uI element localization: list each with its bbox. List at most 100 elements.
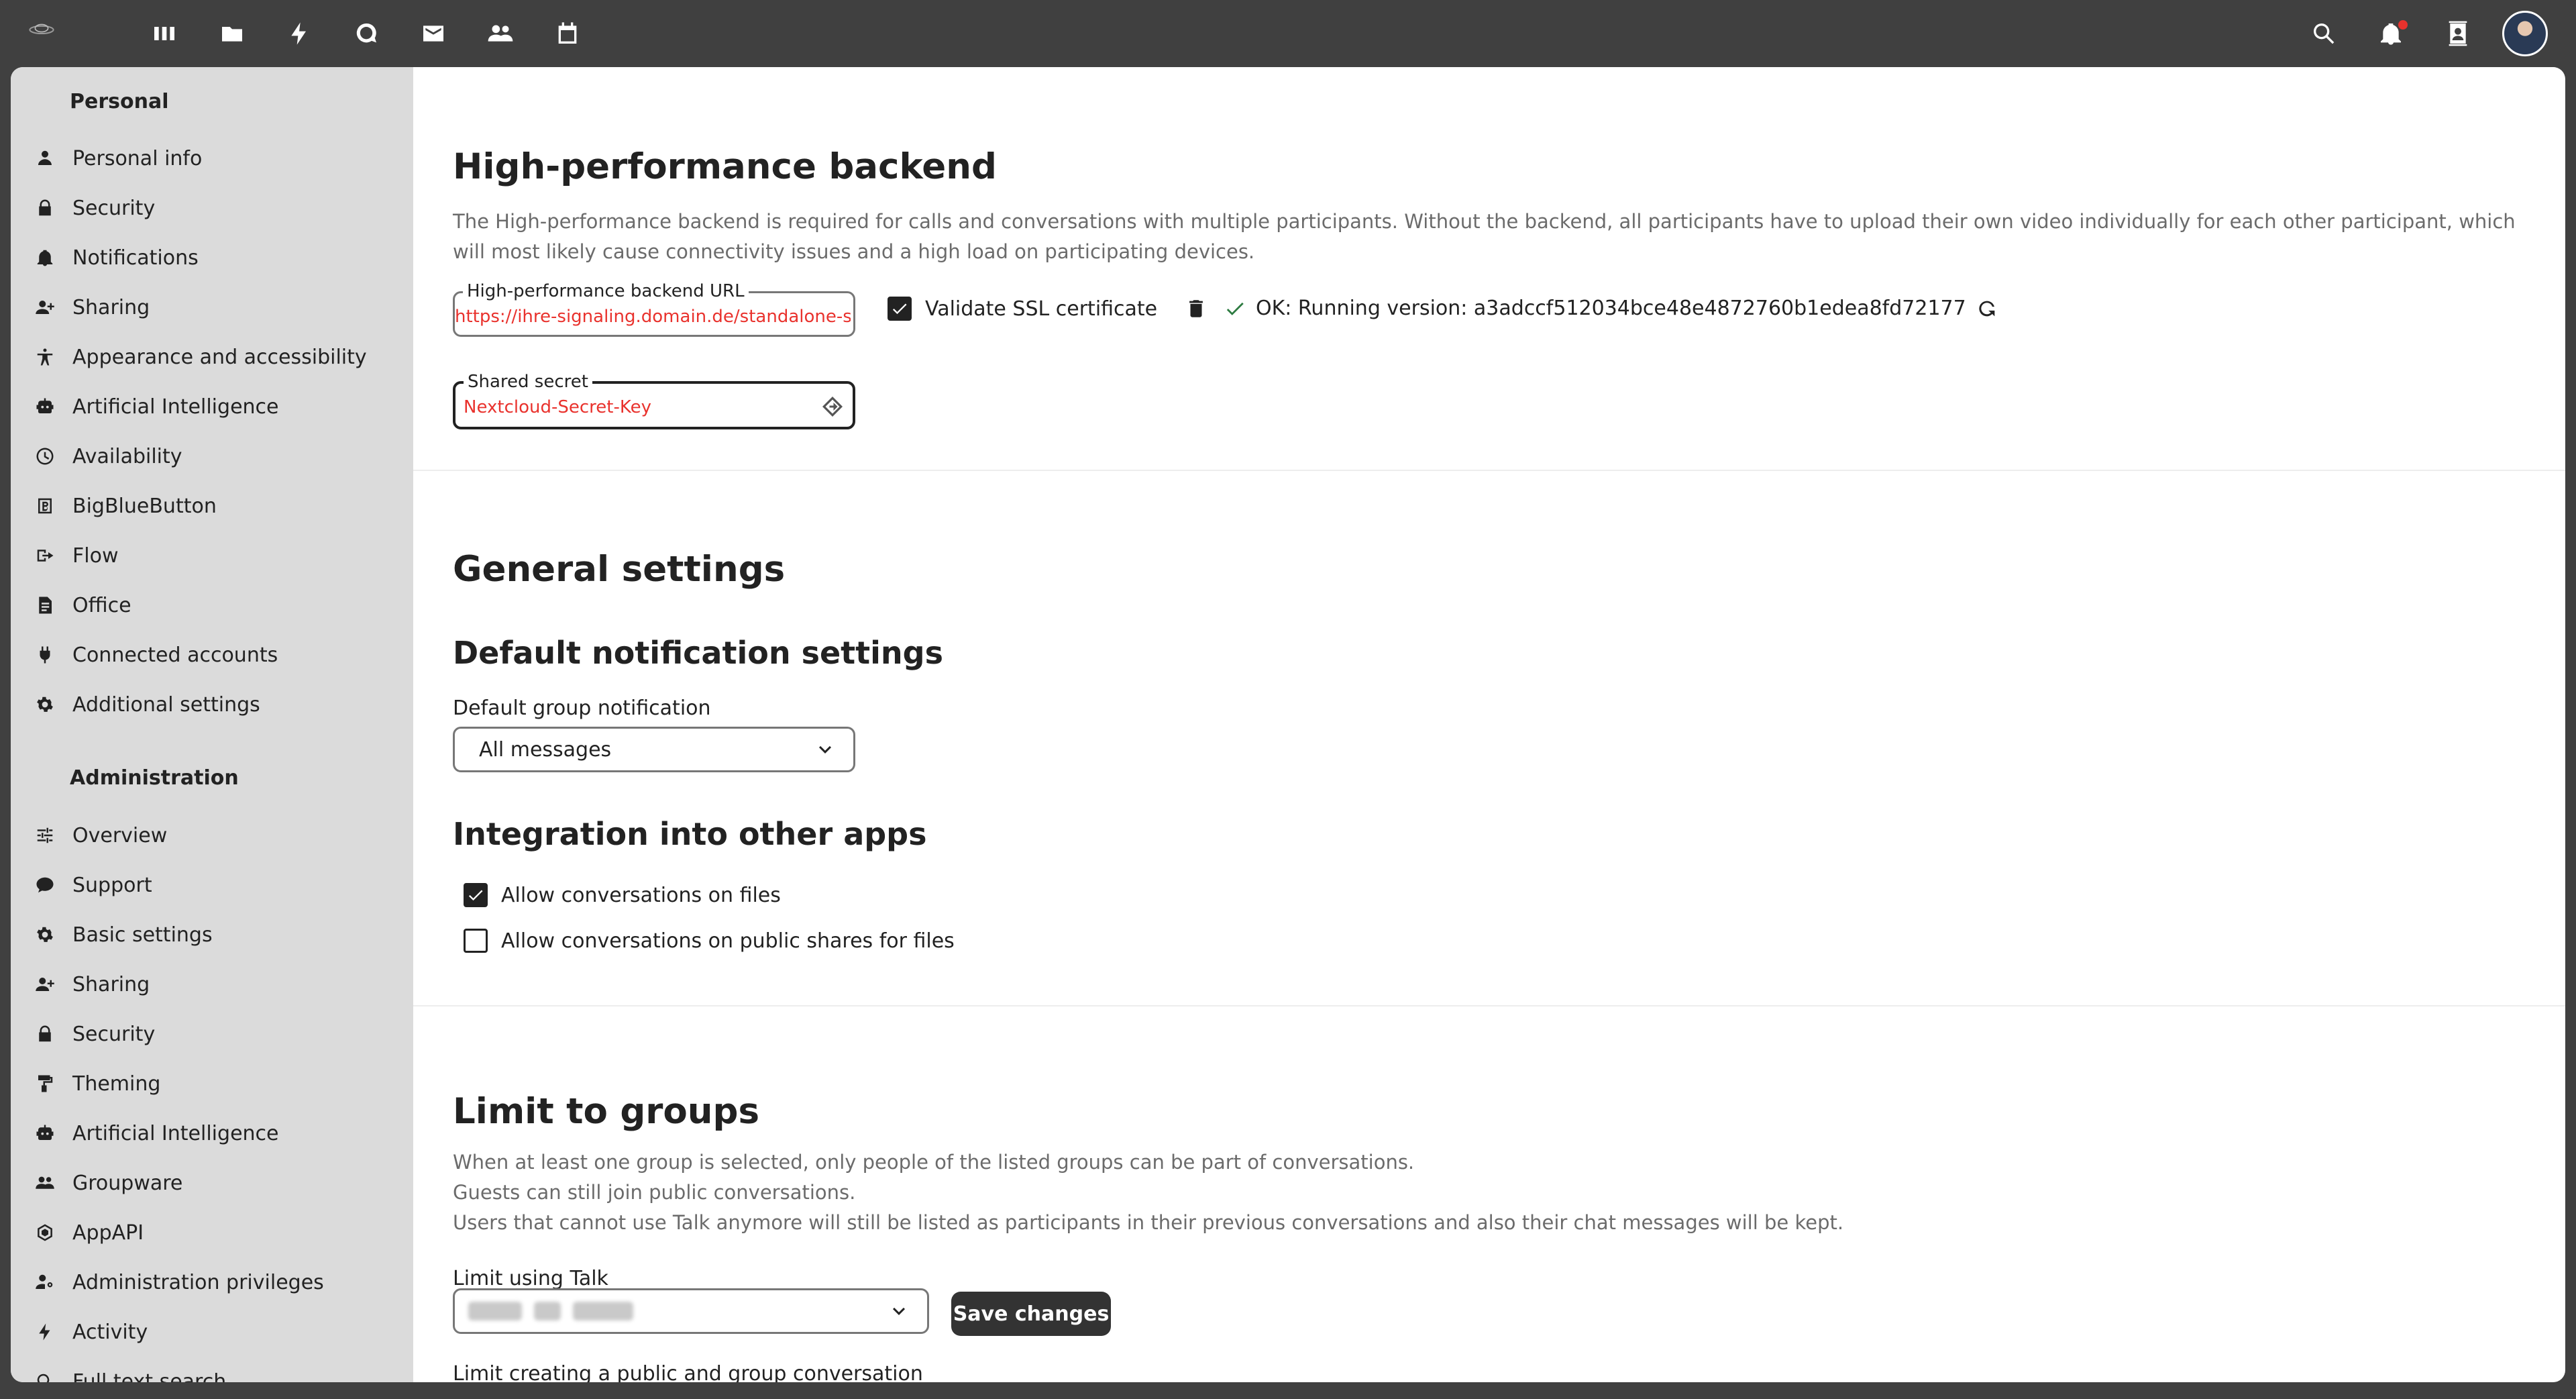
user-icon [32,146,58,171]
sidebar-item-office[interactable]: Office [32,585,408,625]
sidebar-item-bigbluebutton[interactable]: BigBlueButton [32,486,408,526]
calendar-icon[interactable] [551,17,584,50]
sidebar-item-label: Artificial Intelligence [72,395,279,419]
sidebar-item-label: Support [72,873,152,897]
check-icon [1226,302,1244,315]
sidebar-item-personal-info[interactable]: Personal info [32,138,408,178]
submit-arrow-icon[interactable] [820,395,845,419]
lock-icon [32,1021,58,1047]
hpb-url-field[interactable]: High-performance backend URL https://ihr… [453,281,855,337]
validate-ssl-checkbox[interactable]: Validate SSL certificate [888,297,1157,321]
limit-using-select[interactable] [453,1288,929,1334]
section-divider [413,470,2565,471]
delete-icon[interactable] [1185,297,1208,320]
sliders-icon [32,823,58,848]
accessibility-icon [32,344,58,370]
search-icon[interactable] [2308,17,2340,50]
sidebar-item-admin-groupware[interactable]: Groupware [32,1163,408,1203]
settings-sidebar: Personal Personal info Security Notificati… [11,67,413,1382]
sidebar-item-admin-security[interactable]: Security [32,1014,408,1054]
save-changes-button[interactable]: Save changes [951,1292,1111,1336]
sidebar-item-artificial-intelligence[interactable]: Artificial Intelligence [32,386,408,427]
cloud-logo-icon[interactable] [28,15,55,42]
chat-icon [32,872,58,898]
contacts-icon[interactable] [484,17,517,50]
sidebar-item-availability[interactable]: Availability [32,436,408,476]
sidebar-item-admin-overview[interactable]: Overview [32,815,408,856]
blurred-group-tag [468,1302,522,1320]
limit-title: Limit to groups [453,1091,760,1132]
dashboard-icon[interactable] [148,17,180,50]
sidebar-item-flow[interactable]: Flow [32,535,408,576]
checkbox-checked-icon[interactable] [464,883,488,907]
sidebar-item-label: Availability [72,444,182,468]
sidebar-item-label: Appearance and accessibility [72,345,367,369]
settings-content: High-performance backend The High-perfor… [413,67,2565,1382]
sidebar-item-connected-accounts[interactable]: Connected accounts [32,635,408,675]
sidebar-heading-administration: Administration [70,766,239,790]
lock-icon [32,195,58,221]
shared-secret-field[interactable]: Shared secret Nextcloud-Secret-Key [453,372,855,429]
gear-icon [32,692,58,717]
sidebar-item-label: Office [72,593,131,617]
sidebar-item-admin-activity[interactable]: Activity [32,1312,408,1352]
files-icon[interactable] [216,17,248,50]
group-notification-value: All messages [479,737,612,762]
sidebar-item-admin-appapi[interactable]: AppAPI [32,1212,408,1253]
checkbox-checked-icon[interactable] [888,297,912,321]
clock-icon [32,444,58,469]
sidebar-item-appearance-and-accessibility[interactable]: Appearance and accessibility [32,337,408,377]
shared-secret-label: Shared secret [464,372,592,392]
sidebar-item-admin-support[interactable]: Support [32,865,408,905]
share-icon [32,972,58,997]
hpb-url-label: High-performance backend URL [463,281,749,301]
sidebar-item-label: Activity [72,1320,148,1344]
bbb-icon [32,493,58,519]
contacts-menu-icon[interactable] [2442,17,2474,50]
limit-description-1: When at least one group is selected, onl… [453,1151,1415,1174]
hpb-url-value[interactable]: https://ihre-signaling.domain.de/standal… [455,307,851,327]
paint-roller-icon [32,1071,58,1096]
activity-icon[interactable] [283,17,315,50]
blurred-group-tag [573,1302,633,1320]
hpb-title: High-performance backend [453,146,997,187]
sidebar-item-notifications[interactable]: Notifications [32,238,408,278]
sidebar-item-admin-theming[interactable]: Theming [32,1064,408,1104]
sidebar-item-additional-settings[interactable]: Additional settings [32,684,408,725]
sidebar-item-label: Artificial Intelligence [72,1121,279,1145]
plug-icon [32,642,58,668]
group-notification-select[interactable]: All messages [453,727,855,772]
refresh-icon[interactable] [1976,297,1998,320]
sidebar-item-admin-administration-privileges[interactable]: Administration privileges [32,1262,408,1302]
sidebar-item-admin-sharing[interactable]: Sharing [32,964,408,1004]
notification-dot [2398,20,2408,30]
group-icon [32,1170,58,1196]
allow-conversations-files-checkbox[interactable]: Allow conversations on files [464,883,781,907]
allow-conversations-public-checkbox[interactable]: Allow conversations on public shares for… [464,929,955,953]
sidebar-item-label: Personal info [72,146,203,170]
sidebar-item-admin-artificial-intelligence[interactable]: Artificial Intelligence [32,1113,408,1153]
sidebar-item-label: Connected accounts [72,643,278,667]
sidebar-item-sharing[interactable]: Sharing [32,287,408,327]
mail-icon[interactable] [417,17,449,50]
settings-window: Personal Personal info Security Notificati… [11,67,2565,1382]
sidebar-item-admin-basic-settings[interactable]: Basic settings [32,915,408,955]
talk-icon[interactable] [350,17,382,50]
chevron-down-icon [887,1299,911,1323]
shared-secret-value[interactable]: Nextcloud-Secret-Key [464,397,799,417]
sidebar-item-label: Administration privileges [72,1270,324,1294]
chevron-down-icon [813,737,837,762]
bell-icon [32,245,58,270]
avatar[interactable] [2502,11,2548,56]
robot-icon [32,394,58,419]
document-icon [32,592,58,618]
sidebar-item-label: AppAPI [72,1221,144,1245]
sidebar-item-label: Basic settings [72,923,213,947]
sidebar-item-security[interactable]: Security [32,188,408,228]
sidebar-item-label: Groupware [72,1171,183,1195]
admin-user-icon [32,1270,58,1295]
sidebar-item-label: Security [72,196,156,220]
checkbox-unchecked-icon[interactable] [464,929,488,953]
blurred-group-tag [534,1302,561,1320]
sidebar-item-admin-full-text-search[interactable]: Full text search [32,1361,408,1382]
